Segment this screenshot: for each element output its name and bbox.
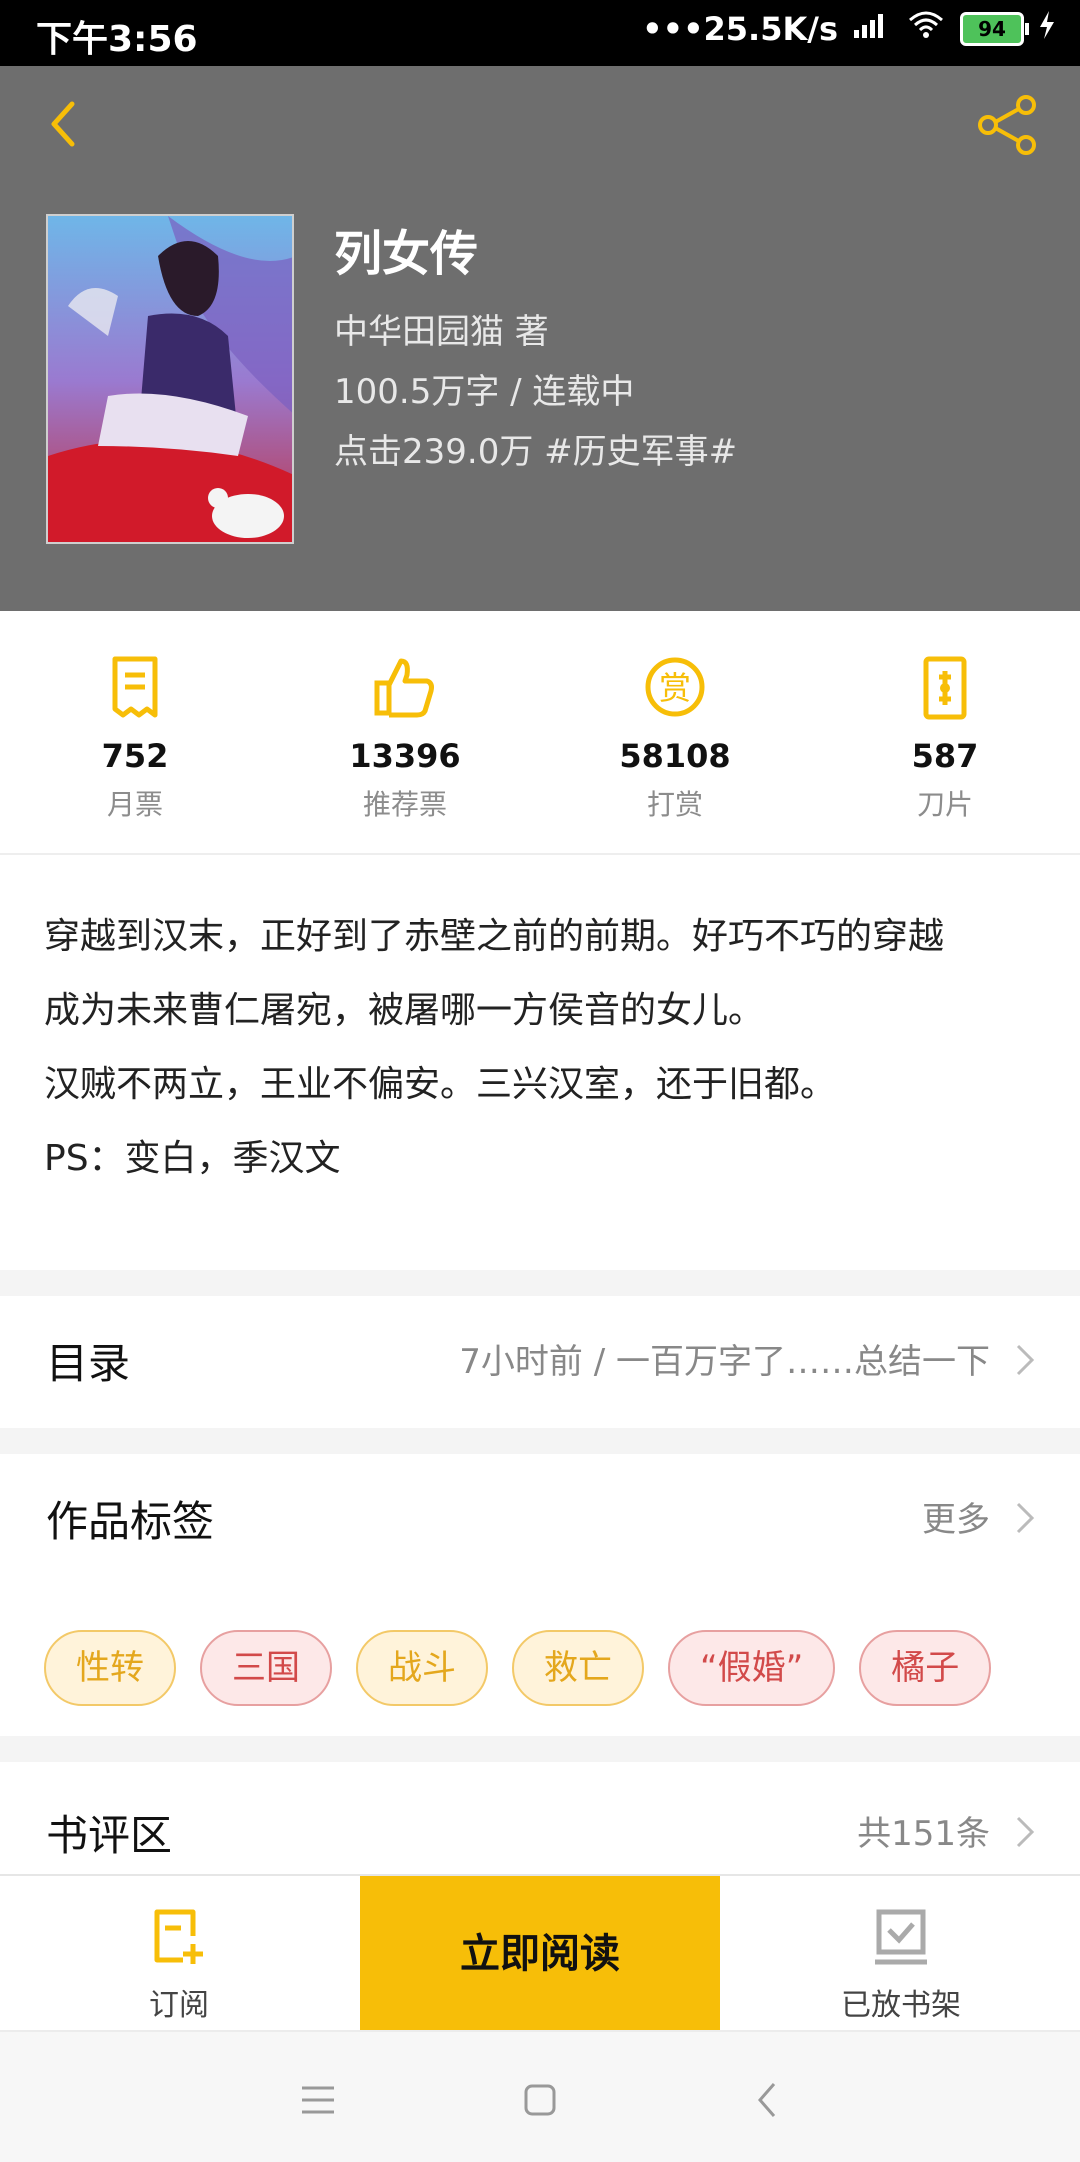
stat-monthly-ticket[interactable]: 752 月票: [0, 611, 270, 853]
menu-nav-button[interactable]: [290, 2072, 346, 2128]
tag-chip[interactable]: 性转: [44, 1630, 176, 1706]
book-words-status: 100.5万字 / 连载中: [334, 372, 635, 412]
bookshelf-button[interactable]: 已放书架: [722, 1876, 1080, 2032]
back-chevron-icon: [758, 2083, 776, 2117]
section-divider: [0, 1270, 1080, 1296]
bookshelf-check-icon: [722, 1906, 1080, 1968]
chevron-right-icon: [1016, 1502, 1035, 1534]
wifi-icon: [906, 10, 946, 48]
description-line: 穿越到汉末，正好到了赤壁之前的前期。好巧不巧的穿越: [44, 916, 945, 957]
reward-coin-icon: 赏: [540, 653, 810, 723]
stat-value: 752: [101, 737, 169, 775]
home-square-icon: [524, 2084, 556, 2116]
book-clicks-genre: 点击239.0万 #历史军事#: [334, 432, 738, 472]
stat-recommend[interactable]: 13396 推荐票: [270, 611, 540, 853]
stat-blade[interactable]: 587 刀片: [810, 611, 1080, 853]
tag-chip[interactable]: 三国: [200, 1630, 332, 1706]
stat-label: 月票: [106, 788, 163, 821]
catalog-latest-chapter: 7小时前 / 一百万字了……总结一下: [459, 1342, 990, 1382]
tag-chip[interactable]: 战斗: [356, 1630, 488, 1706]
stat-value: 13396: [349, 737, 461, 775]
section-divider: [0, 1736, 1080, 1762]
catalog-row[interactable]: 目录 7小时前 / 一百万字了……总结一下: [0, 1296, 1080, 1426]
system-nav-bar: [0, 2030, 1080, 2162]
stat-label: 刀片: [916, 788, 973, 821]
book-header: 列女传 中华田园猫 著 100.5万字 / 连载中 点击239.0万 #历史军事…: [0, 66, 1080, 611]
section-divider: [0, 1428, 1080, 1454]
book-title: 列女传: [334, 226, 479, 282]
back-arrow-icon: [51, 101, 75, 147]
back-nav-button[interactable]: [740, 2072, 796, 2128]
share-button[interactable]: [974, 92, 1040, 158]
book-description[interactable]: 穿越到汉末，正好到了赤壁之前的前期。好巧不巧的穿越 成为未来曹仁屠宛，被屠哪一方…: [44, 900, 1044, 1196]
subscribe-icon: [0, 1906, 358, 1968]
tag-chip[interactable]: 救亡: [512, 1630, 644, 1706]
thumbs-up-icon: [270, 653, 540, 723]
status-bar: 下午3:56 •••25.5K/s 94: [0, 0, 1080, 66]
blade-icon: [810, 653, 1080, 723]
stat-value: 587: [911, 737, 979, 775]
subscribe-label: 订阅: [149, 1988, 209, 2023]
description-line: 成为未来曹仁屠宛，被屠哪一方侯音的女儿。: [44, 990, 765, 1031]
read-now-button[interactable]: 立即阅读: [360, 1876, 720, 2032]
svg-text:赏: 赏: [659, 669, 691, 707]
description-line: PS：变白，季汉文: [44, 1138, 341, 1179]
subscribe-button[interactable]: 订阅: [0, 1876, 358, 2032]
signal-icon: [852, 10, 892, 48]
chevron-right-icon: [1016, 1344, 1035, 1376]
menu-icon: [302, 2086, 334, 2114]
reviews-title: 书评区: [46, 1811, 173, 1860]
status-time: 下午3:56: [36, 19, 198, 60]
status-indicators: •••25.5K/s 94: [642, 10, 1056, 48]
tag-list: 性转 三国 战斗 救亡 “假婚” 橘子: [44, 1630, 992, 1706]
charging-icon: [1038, 10, 1056, 48]
back-button[interactable]: [36, 94, 96, 154]
reviews-row[interactable]: 书评区 共151条: [0, 1762, 1080, 1874]
battery-icon: 94: [960, 12, 1029, 46]
stat-label: 打赏: [646, 788, 703, 821]
reviews-count: 共151条: [857, 1814, 990, 1854]
book-cover[interactable]: [46, 214, 294, 544]
chevron-right-icon: [1016, 1816, 1035, 1848]
stat-value: 58108: [619, 737, 731, 775]
stat-reward[interactable]: 赏 58108 打赏: [540, 611, 810, 853]
catalog-title: 目录: [46, 1339, 131, 1388]
stat-label: 推荐票: [362, 788, 447, 821]
book-author: 中华田园猫 著: [334, 312, 549, 352]
stats-row: 752 月票 13396 推荐票 赏 58108 打赏 587 刀片: [0, 611, 1080, 855]
share-icon: [978, 95, 1036, 155]
description-line: 汉贼不两立，王业不偏安。三兴汉室，还于旧都。: [44, 1064, 837, 1105]
tags-more-link: 更多: [922, 1500, 990, 1540]
tag-chip[interactable]: “假婚”: [668, 1630, 836, 1706]
network-speed: •••25.5K/s: [642, 10, 838, 48]
tag-chip[interactable]: 橘子: [859, 1630, 992, 1706]
tags-header-row[interactable]: 作品标签 更多: [0, 1454, 1080, 1584]
tags-title: 作品标签: [46, 1497, 215, 1546]
home-nav-button[interactable]: [512, 2072, 568, 2128]
bottom-action-bar: 订阅 立即阅读 已放书架: [0, 1874, 1080, 2032]
ticket-icon: [0, 653, 270, 723]
bookshelf-label: 已放书架: [841, 1988, 961, 2023]
